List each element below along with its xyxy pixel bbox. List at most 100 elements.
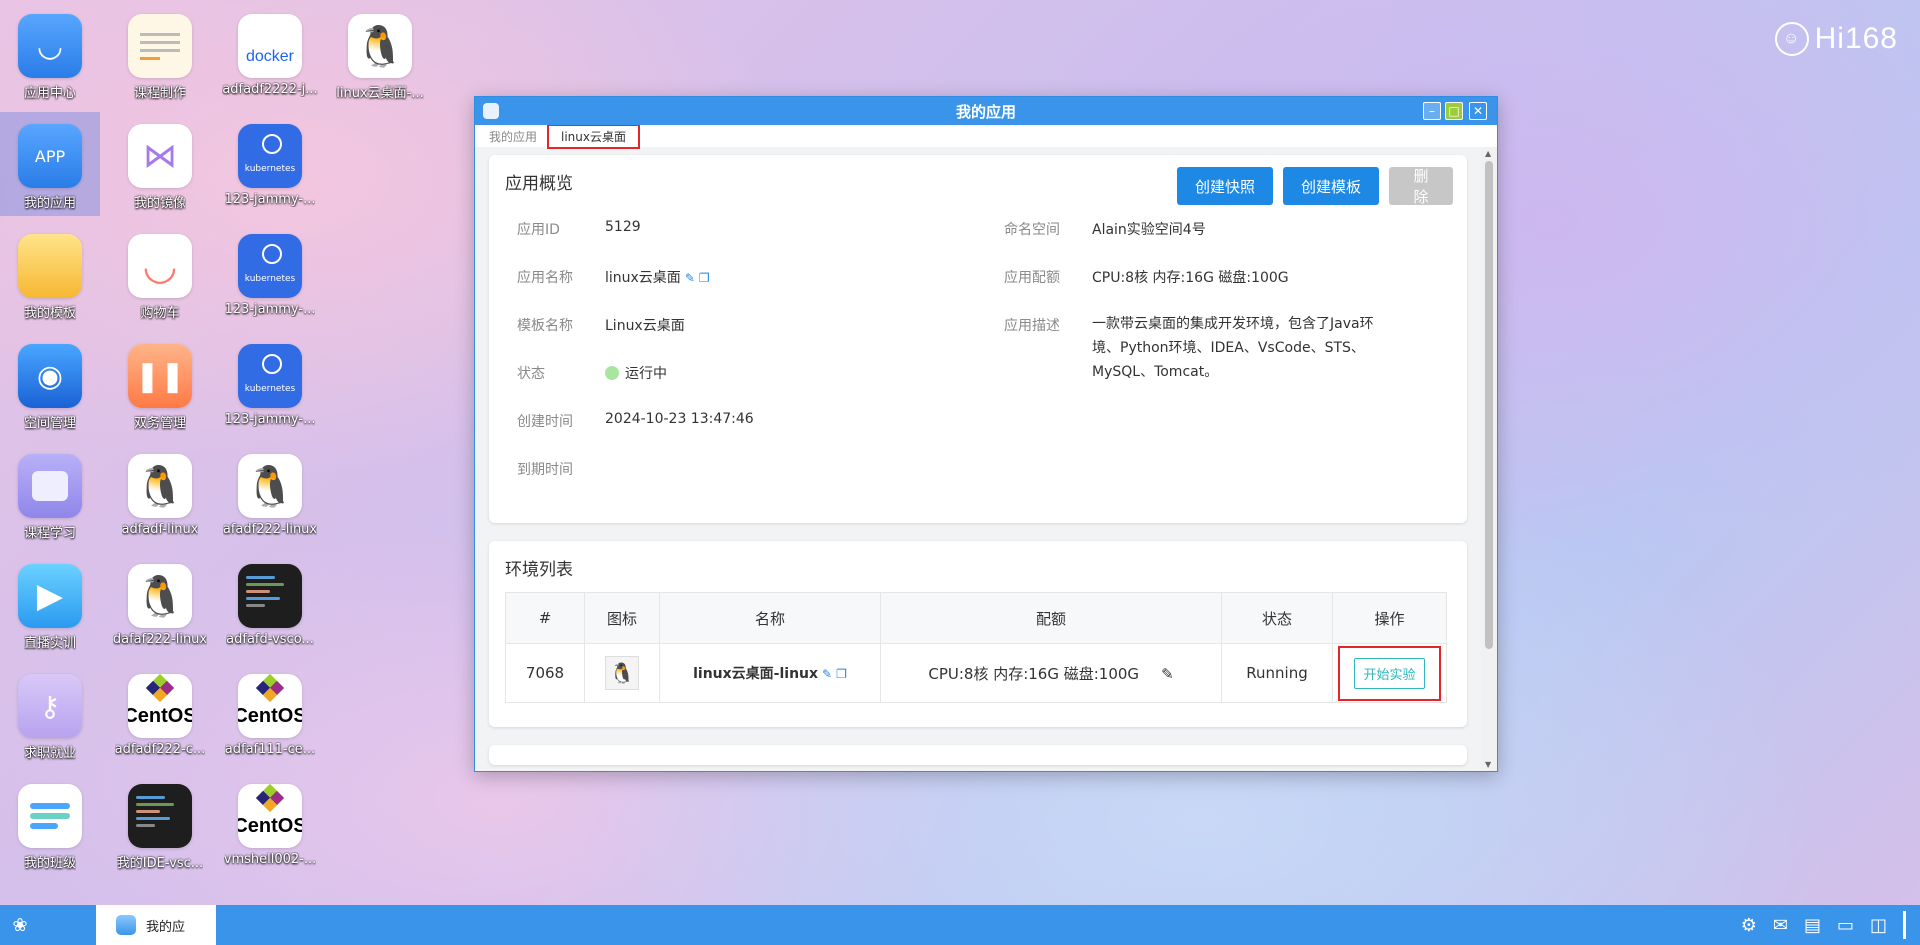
status-text: 运行中 bbox=[625, 366, 667, 382]
desktop-icon-space-management[interactable]: ◉ 空间管理 bbox=[0, 332, 100, 436]
edit-icon[interactable]: ✎ bbox=[1161, 665, 1174, 683]
desktop-icon-label: adfadf-linux bbox=[121, 522, 199, 537]
env-name-cell: linux云桌面-linux ✎ ❐ bbox=[659, 643, 881, 703]
desktop-icon-my-images[interactable]: ⋈ 我的镜像 bbox=[110, 112, 210, 216]
desktop-icon-afadf222-linux[interactable]: 🐧 afadf222-linux bbox=[220, 442, 320, 546]
desktop-icon-k8s-3[interactable]: kubernetes 123-jammy-... bbox=[220, 332, 320, 436]
folder-icon bbox=[18, 234, 82, 298]
info-label: 应用名称 bbox=[517, 270, 573, 286]
hamster-icon: ☺ bbox=[1774, 22, 1809, 56]
breadcrumb-item-my-apps[interactable]: 我的应用 bbox=[489, 128, 537, 145]
window-icon bbox=[18, 454, 82, 518]
desktop-icon-my-templates[interactable]: 我的模板 bbox=[0, 222, 100, 326]
system-tray: ⚙ ✉ ▤ ▭ ◫ bbox=[1741, 905, 1920, 945]
desktop-toggle-icon[interactable]: ◫ bbox=[1870, 915, 1887, 936]
desktop-icon-adfaf111-centos[interactable]: CentOS adfaf111-ce... bbox=[220, 662, 320, 766]
desktop-icon-label: 直播实训 bbox=[23, 636, 76, 651]
wechat-icon[interactable]: ✉ bbox=[1773, 915, 1788, 936]
desktop-icon-linux-desktop[interactable]: 🐧 linux云桌面-... bbox=[330, 2, 430, 106]
start-icon[interactable]: ❀ bbox=[8, 913, 32, 937]
highlight-box: 开始实验 bbox=[1338, 645, 1441, 701]
desktop-icon-vmshell002[interactable]: CentOS vmshell002-... bbox=[220, 772, 320, 876]
env-icon-cell: 🐧 bbox=[584, 643, 660, 703]
list-icon bbox=[18, 784, 82, 848]
info-value: 运行中 bbox=[605, 363, 667, 383]
tux-icon: 🐧 bbox=[605, 656, 639, 690]
code-editor-icon bbox=[238, 564, 302, 628]
desktop-icon-k8s-2[interactable]: kubernetes 123-jammy-... bbox=[220, 222, 320, 326]
tux-icon: 🐧 bbox=[238, 454, 302, 518]
desktop-icon-my-apps[interactable]: APP 我的应用 bbox=[0, 112, 100, 216]
desktop-icon-live-training[interactable]: ▶ 直播实训 bbox=[0, 552, 100, 656]
scroll-up-icon[interactable]: ▲ bbox=[1485, 149, 1491, 158]
scrollbar-thumb[interactable] bbox=[1485, 161, 1493, 649]
desktop-icon-my-class[interactable]: 我的班级 bbox=[0, 772, 100, 876]
monitor-icon[interactable]: ▭ bbox=[1837, 915, 1854, 936]
settings-gear-icon[interactable]: ⚙ bbox=[1741, 915, 1757, 936]
column-header: # bbox=[505, 592, 585, 644]
create-template-button[interactable]: 创建模板 bbox=[1282, 167, 1379, 205]
app-name-text: linux云桌面 bbox=[605, 270, 681, 286]
copy-icon[interactable]: ❐ bbox=[699, 271, 710, 285]
delete-button[interactable]: 删除 bbox=[1389, 167, 1453, 206]
pause-icon: ❚❚ bbox=[128, 344, 192, 408]
window-titlebar[interactable]: 我的应用 – □ ✕ bbox=[475, 97, 1497, 125]
taskbar-item-my-apps[interactable]: 我的应 bbox=[96, 905, 216, 945]
desktop-icon-label: 123-jammy-... bbox=[224, 412, 316, 427]
next-card bbox=[489, 745, 1467, 765]
desktop-icon-dafaf222-linux[interactable]: 🐧 dafaf222-linux bbox=[110, 552, 210, 656]
document-icon bbox=[128, 14, 192, 78]
desktop-icon-adfafd-vscode[interactable]: adfafd-vsco... bbox=[220, 552, 320, 656]
desktop-icon-label: 购物车 bbox=[140, 306, 180, 321]
window-content: 应用概览 创建快照 创建模板 删除 应用ID 5129 应用名称 linux云桌… bbox=[475, 147, 1481, 771]
show-desktop-button[interactable] bbox=[1903, 911, 1906, 939]
info-value: 5129 bbox=[605, 219, 641, 235]
env-quota: CPU:8核 内存:16G 磁盘:100G bbox=[928, 664, 1140, 683]
desktop-icon-k8s-1[interactable]: kubernetes 123-jammy-... bbox=[220, 112, 320, 216]
desktop-icon-cart[interactable]: ◡ 购物车 bbox=[110, 222, 210, 326]
kubernetes-icon: kubernetes bbox=[238, 234, 302, 298]
create-snapshot-button[interactable]: 创建快照 bbox=[1176, 167, 1273, 205]
desktop-icon-app-center[interactable]: ◡ 应用中心 bbox=[0, 2, 100, 106]
maximize-button[interactable]: □ bbox=[1445, 102, 1463, 120]
desktop-icon-label: 我的镜像 bbox=[133, 196, 186, 211]
desktop-icon-label: 123-jammy-... bbox=[224, 192, 316, 207]
play-icon: ▶ bbox=[18, 564, 82, 628]
close-button[interactable]: ✕ bbox=[1469, 102, 1487, 120]
edit-icon[interactable]: ✎ bbox=[822, 667, 832, 681]
desktop-icon-docker[interactable]: docker adfadf2222-j... bbox=[220, 2, 320, 106]
environment-card: 环境列表 # 图标 名称 配额 状态 操作 7068 🐧 linux云桌面-li… bbox=[489, 541, 1467, 727]
desktop-icon-label: linux云桌面-... bbox=[336, 86, 424, 101]
taskbar: ❀ 我的应 ⚙ ✉ ▤ ▭ ◫ bbox=[0, 905, 1920, 945]
desktop-icon-label: 课程学习 bbox=[23, 526, 76, 541]
globe-icon: ◉ bbox=[18, 344, 82, 408]
desktop-icon-my-ide[interactable]: 我的IDE-vsc... bbox=[110, 772, 210, 876]
centos-icon: CentOS bbox=[238, 784, 302, 848]
desktop-icon-task-management[interactable]: ❚❚ 双务管理 bbox=[110, 332, 210, 436]
description-line: 境、Python环境、IDEA、VsCode、STS、 bbox=[1092, 340, 1365, 356]
desktop-icon-label: 双务管理 bbox=[133, 416, 186, 431]
info-value: 一款带云桌面的集成开发环境，包含了Java环 境、Python环境、IDEA、V… bbox=[1092, 312, 1374, 384]
environment-title: 环境列表 bbox=[505, 560, 573, 580]
desktop-icon-adfadf-linux[interactable]: 🐧 adfadf-linux bbox=[110, 442, 210, 546]
copy-icon[interactable]: ❐ bbox=[836, 667, 847, 681]
info-value: 2024-10-23 13:47:46 bbox=[605, 411, 754, 427]
minimize-button[interactable]: – bbox=[1423, 102, 1441, 120]
desktop-icon-adfadf222-centos[interactable]: CentOS adfadf222-c... bbox=[110, 662, 210, 766]
docker-icon: docker bbox=[238, 14, 302, 78]
kubernetes-icon: kubernetes bbox=[238, 124, 302, 188]
start-experiment-button[interactable]: 开始实验 bbox=[1354, 657, 1425, 689]
code-editor-icon bbox=[128, 784, 192, 848]
scroll-down-icon[interactable]: ▼ bbox=[1485, 760, 1491, 769]
desktop-icon-label: dafaf222-linux bbox=[112, 632, 208, 647]
desktop-icon-course-learning[interactable]: 课程学习 bbox=[0, 442, 100, 546]
my-apps-window: 我的应用 – □ ✕ 我的应用 linux云桌面 应用概览 创建快照 创建模板 … bbox=[474, 96, 1498, 772]
edit-icon[interactable]: ✎ bbox=[685, 271, 695, 285]
desktop-icon-jobs[interactable]: ⚷ 求职就业 bbox=[0, 662, 100, 766]
window-scrollbar[interactable]: ▲ ▼ bbox=[1481, 147, 1497, 771]
env-status: Running bbox=[1221, 643, 1333, 703]
description-line: MySQL、Tomcat。 bbox=[1092, 364, 1219, 380]
breadcrumb-item-current[interactable]: linux云桌面 bbox=[547, 123, 640, 149]
chat-icon[interactable]: ▤ bbox=[1804, 915, 1821, 936]
desktop-icon-course-making[interactable]: 课程制作 bbox=[110, 2, 210, 106]
